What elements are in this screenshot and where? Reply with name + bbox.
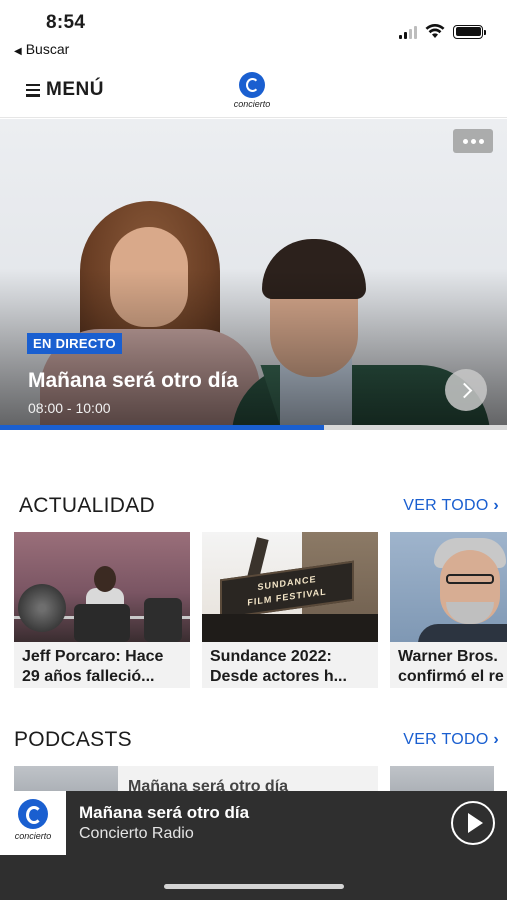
actualidad-see-all-link[interactable]: VER TODO › <box>403 497 499 515</box>
more-options-button[interactable] <box>453 129 493 153</box>
status-bar: 8:54 ◀ Buscar <box>0 0 507 62</box>
podcasts-title: PODCASTS <box>14 728 132 751</box>
podcasts-header: PODCASTS VER TODO › <box>0 728 507 758</box>
concierto-logo[interactable]: concierto <box>226 72 278 112</box>
back-triangle-icon: ◀ <box>14 46 22 57</box>
actualidad-title: ACTUALIDAD <box>19 494 156 517</box>
next-slide-button[interactable] <box>445 369 487 411</box>
player-artwork: concierto <box>0 791 66 855</box>
wifi-icon <box>425 24 445 38</box>
chevron-right-icon: › <box>493 731 499 748</box>
actualidad-carousel[interactable]: Jeff Porcaro: Hace 29 años falleció... S… <box>0 532 507 692</box>
back-label: Buscar <box>25 41 70 57</box>
live-progress-bar <box>0 425 507 430</box>
menu-button[interactable]: MENÚ <box>26 79 104 101</box>
news-card[interactable]: SUNDANCE FILM FESTIVAL Sundance 2022: De… <box>202 532 378 688</box>
news-card-title: Sundance 2022: Desde actores h... <box>210 648 347 685</box>
see-all-label: VER TODO <box>403 731 489 748</box>
news-card-title: Warner Bros. confirmó el re <box>398 648 504 685</box>
live-progress-fill <box>0 425 325 430</box>
actualidad-header: ACTUALIDAD VER TODO › <box>0 494 507 524</box>
news-thumbnail-sundance: SUNDANCE FILM FESTIVAL <box>202 532 378 642</box>
see-all-label: VER TODO <box>403 497 489 514</box>
app-header: MENÚ concierto <box>0 66 507 118</box>
mini-player[interactable]: concierto Mañana será otro día Concierto… <box>0 791 507 900</box>
back-to-search[interactable]: ◀ Buscar <box>14 41 69 57</box>
hero-title: Mañana será otro día <box>28 369 239 392</box>
news-thumbnail-portrait <box>390 532 507 642</box>
hero-banner[interactable]: EN DIRECTO Mañana será otro día 08:00 - … <box>0 119 507 429</box>
play-button[interactable] <box>451 801 495 845</box>
player-title: Mañana será otro día <box>79 803 250 822</box>
podcasts-see-all-link[interactable]: VER TODO › <box>403 731 499 749</box>
home-indicator[interactable] <box>164 884 344 889</box>
live-badge: EN DIRECTO <box>27 333 122 354</box>
player-subtitle: Concierto Radio <box>79 825 194 842</box>
news-thumbnail-drummer <box>14 532 190 642</box>
hamburger-icon <box>26 83 40 97</box>
battery-icon <box>453 24 486 39</box>
player-logo-icon <box>18 799 48 829</box>
status-icons <box>399 24 486 39</box>
player-logo-wordmark: concierto <box>14 831 52 841</box>
news-card-title: Jeff Porcaro: Hace 29 años falleció... <box>22 648 164 685</box>
chevron-right-icon: › <box>493 497 499 514</box>
news-card[interactable]: Warner Bros. confirmó el re <box>390 532 507 688</box>
hero-time-range: 08:00 - 10:00 <box>28 400 111 416</box>
news-card[interactable]: Jeff Porcaro: Hace 29 años falleció... <box>14 532 190 688</box>
cellular-signal-icon <box>399 25 417 39</box>
logo-disc-icon <box>239 72 265 98</box>
logo-wordmark: concierto <box>233 99 271 109</box>
menu-label: MENÚ <box>46 79 104 100</box>
status-time: 8:54 <box>46 12 86 33</box>
